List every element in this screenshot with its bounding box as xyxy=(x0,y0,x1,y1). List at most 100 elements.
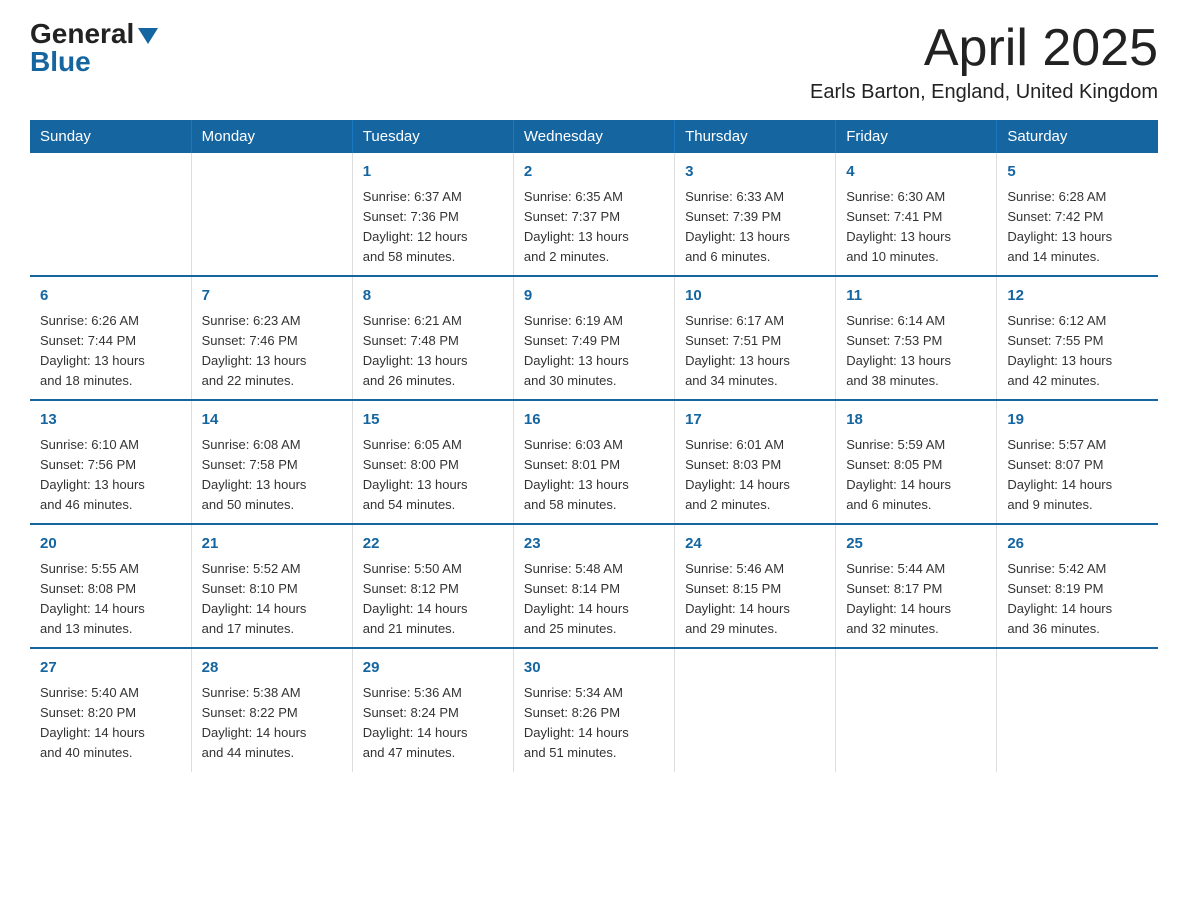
day-info: Sunrise: 5:50 AMSunset: 8:12 PMDaylight:… xyxy=(363,559,503,640)
day-cell: 11Sunrise: 6:14 AMSunset: 7:53 PMDayligh… xyxy=(836,276,997,400)
day-cell: 18Sunrise: 5:59 AMSunset: 8:05 PMDayligh… xyxy=(836,400,997,524)
day-cell xyxy=(997,648,1158,771)
day-cell: 22 Sunrise: 5:50 AMSunset: 8:12 PMDayligh… xyxy=(352,524,513,648)
week-row-4: 20 Sunrise: 5:55 AMSunset: 8:08 PMDayligh… xyxy=(30,524,1158,648)
day-number: 16 xyxy=(524,409,664,432)
header-sunday: Sunday xyxy=(30,120,191,153)
day-cell: 21 Sunrise: 5:52 AMSunset: 8:10 PMDayligh… xyxy=(191,524,352,648)
day-cell xyxy=(675,648,836,771)
day-number: 7 xyxy=(202,285,342,308)
day-number: 10 xyxy=(685,285,825,308)
day-cell: 4 Sunrise: 6:30 AMSunset: 7:41 PMDaylight… xyxy=(836,153,997,276)
header-saturday: Saturday xyxy=(997,120,1158,153)
calendar-table: SundayMondayTuesdayWednesdayThursdayFrid… xyxy=(30,120,1158,771)
header-row: SundayMondayTuesdayWednesdayThursdayFrid… xyxy=(30,120,1158,153)
day-cell: 16 Sunrise: 6:03 AMSunset: 8:01 PMDayligh… xyxy=(513,400,674,524)
day-number: 22 xyxy=(363,533,503,556)
day-info: Sunrise: 5:57 AMSunset: 8:07 PMDaylight:… xyxy=(1007,435,1148,516)
day-cell: 23Sunrise: 5:48 AMSunset: 8:14 PMDayligh… xyxy=(513,524,674,648)
day-cell: 28 Sunrise: 5:38 AMSunset: 8:22 PMDayligh… xyxy=(191,648,352,771)
day-cell: 13 Sunrise: 6:10 AMSunset: 7:56 PMDayligh… xyxy=(30,400,191,524)
header-wednesday: Wednesday xyxy=(513,120,674,153)
day-info: Sunrise: 6:01 AMSunset: 8:03 PMDaylight:… xyxy=(685,435,825,516)
day-cell: 25 Sunrise: 5:44 AMSunset: 8:17 PMDayligh… xyxy=(836,524,997,648)
day-number: 17 xyxy=(685,409,825,432)
day-cell: 8 Sunrise: 6:21 AMSunset: 7:48 PMDaylight… xyxy=(352,276,513,400)
calendar-body: 1Sunrise: 6:37 AMSunset: 7:36 PMDaylight… xyxy=(30,153,1158,771)
day-number: 12 xyxy=(1007,285,1148,308)
day-cell: 5Sunrise: 6:28 AMSunset: 7:42 PMDaylight… xyxy=(997,153,1158,276)
day-info: Sunrise: 6:05 AMSunset: 8:00 PMDaylight:… xyxy=(363,435,503,516)
day-number: 28 xyxy=(202,657,342,680)
logo-triangle-icon xyxy=(138,28,158,44)
logo-general-text: General xyxy=(30,20,158,48)
day-number: 13 xyxy=(40,409,181,432)
day-cell: 12 Sunrise: 6:12 AMSunset: 7:55 PMDayligh… xyxy=(997,276,1158,400)
day-info: Sunrise: 6:03 AMSunset: 8:01 PMDaylight:… xyxy=(524,435,664,516)
day-info: Sunrise: 6:10 AMSunset: 7:56 PMDaylight:… xyxy=(40,435,181,516)
day-number: 15 xyxy=(363,409,503,432)
day-cell xyxy=(836,648,997,771)
day-info: Sunrise: 5:52 AMSunset: 8:10 PMDaylight:… xyxy=(202,559,342,640)
day-info: Sunrise: 5:36 AMSunset: 8:24 PMDaylight:… xyxy=(363,683,503,764)
day-cell: 26 Sunrise: 5:42 AMSunset: 8:19 PMDayligh… xyxy=(997,524,1158,648)
day-info: Sunrise: 5:42 AMSunset: 8:19 PMDaylight:… xyxy=(1007,559,1148,640)
week-row-3: 13 Sunrise: 6:10 AMSunset: 7:56 PMDayligh… xyxy=(30,400,1158,524)
day-cell: 30Sunrise: 5:34 AMSunset: 8:26 PMDayligh… xyxy=(513,648,674,771)
day-info: Sunrise: 6:21 AMSunset: 7:48 PMDaylight:… xyxy=(363,311,503,392)
header-friday: Friday xyxy=(836,120,997,153)
day-info: Sunrise: 6:17 AMSunset: 7:51 PMDaylight:… xyxy=(685,311,825,392)
day-info: Sunrise: 6:08 AMSunset: 7:58 PMDaylight:… xyxy=(202,435,342,516)
day-cell: 17 Sunrise: 6:01 AMSunset: 8:03 PMDayligh… xyxy=(675,400,836,524)
day-info: Sunrise: 6:19 AMSunset: 7:49 PMDaylight:… xyxy=(524,311,664,392)
logo-blue-text: Blue xyxy=(30,48,91,76)
day-number: 8 xyxy=(363,285,503,308)
day-info: Sunrise: 5:44 AMSunset: 8:17 PMDaylight:… xyxy=(846,559,986,640)
day-number: 26 xyxy=(1007,533,1148,556)
day-info: Sunrise: 6:30 AMSunset: 7:41 PMDaylight:… xyxy=(846,187,986,268)
day-cell: 7 Sunrise: 6:23 AMSunset: 7:46 PMDaylight… xyxy=(191,276,352,400)
day-cell: 15 Sunrise: 6:05 AMSunset: 8:00 PMDayligh… xyxy=(352,400,513,524)
day-cell: 14 Sunrise: 6:08 AMSunset: 7:58 PMDayligh… xyxy=(191,400,352,524)
day-info: Sunrise: 6:28 AMSunset: 7:42 PMDaylight:… xyxy=(1007,187,1148,268)
header-tuesday: Tuesday xyxy=(352,120,513,153)
day-number: 19 xyxy=(1007,409,1148,432)
day-number: 20 xyxy=(40,533,181,556)
day-cell: 1Sunrise: 6:37 AMSunset: 7:36 PMDaylight… xyxy=(352,153,513,276)
day-info: Sunrise: 5:38 AMSunset: 8:22 PMDaylight:… xyxy=(202,683,342,764)
day-number: 2 xyxy=(524,161,664,184)
logo: General Blue xyxy=(30,20,158,76)
title-area: April 2025 Earls Barton, England, United… xyxy=(810,20,1158,104)
day-number: 25 xyxy=(846,533,986,556)
day-number: 23 xyxy=(524,533,664,556)
day-info: Sunrise: 5:55 AMSunset: 8:08 PMDaylight:… xyxy=(40,559,181,640)
day-number: 1 xyxy=(363,161,503,184)
day-number: 24 xyxy=(685,533,825,556)
day-info: Sunrise: 6:14 AMSunset: 7:53 PMDaylight:… xyxy=(846,311,986,392)
day-cell: 6Sunrise: 6:26 AMSunset: 7:44 PMDaylight… xyxy=(30,276,191,400)
day-number: 21 xyxy=(202,533,342,556)
day-cell: 3Sunrise: 6:33 AMSunset: 7:39 PMDaylight… xyxy=(675,153,836,276)
header: General Blue April 2025 Earls Barton, En… xyxy=(30,20,1158,104)
day-cell: 24Sunrise: 5:46 AMSunset: 8:15 PMDayligh… xyxy=(675,524,836,648)
day-cell xyxy=(30,153,191,276)
day-info: Sunrise: 6:12 AMSunset: 7:55 PMDaylight:… xyxy=(1007,311,1148,392)
header-thursday: Thursday xyxy=(675,120,836,153)
day-info: Sunrise: 5:40 AMSunset: 8:20 PMDaylight:… xyxy=(40,683,181,764)
day-number: 9 xyxy=(524,285,664,308)
day-info: Sunrise: 6:23 AMSunset: 7:46 PMDaylight:… xyxy=(202,311,342,392)
page-title: April 2025 xyxy=(810,20,1158,77)
week-row-2: 6Sunrise: 6:26 AMSunset: 7:44 PMDaylight… xyxy=(30,276,1158,400)
header-monday: Monday xyxy=(191,120,352,153)
day-info: Sunrise: 5:59 AMSunset: 8:05 PMDaylight:… xyxy=(846,435,986,516)
day-number: 30 xyxy=(524,657,664,680)
day-info: Sunrise: 6:35 AMSunset: 7:37 PMDaylight:… xyxy=(524,187,664,268)
day-number: 14 xyxy=(202,409,342,432)
week-row-1: 1Sunrise: 6:37 AMSunset: 7:36 PMDaylight… xyxy=(30,153,1158,276)
day-cell: 2 Sunrise: 6:35 AMSunset: 7:37 PMDaylight… xyxy=(513,153,674,276)
calendar-header: SundayMondayTuesdayWednesdayThursdayFrid… xyxy=(30,120,1158,153)
day-number: 4 xyxy=(846,161,986,184)
day-cell: 29Sunrise: 5:36 AMSunset: 8:24 PMDayligh… xyxy=(352,648,513,771)
week-row-5: 27Sunrise: 5:40 AMSunset: 8:20 PMDayligh… xyxy=(30,648,1158,771)
day-number: 6 xyxy=(40,285,181,308)
